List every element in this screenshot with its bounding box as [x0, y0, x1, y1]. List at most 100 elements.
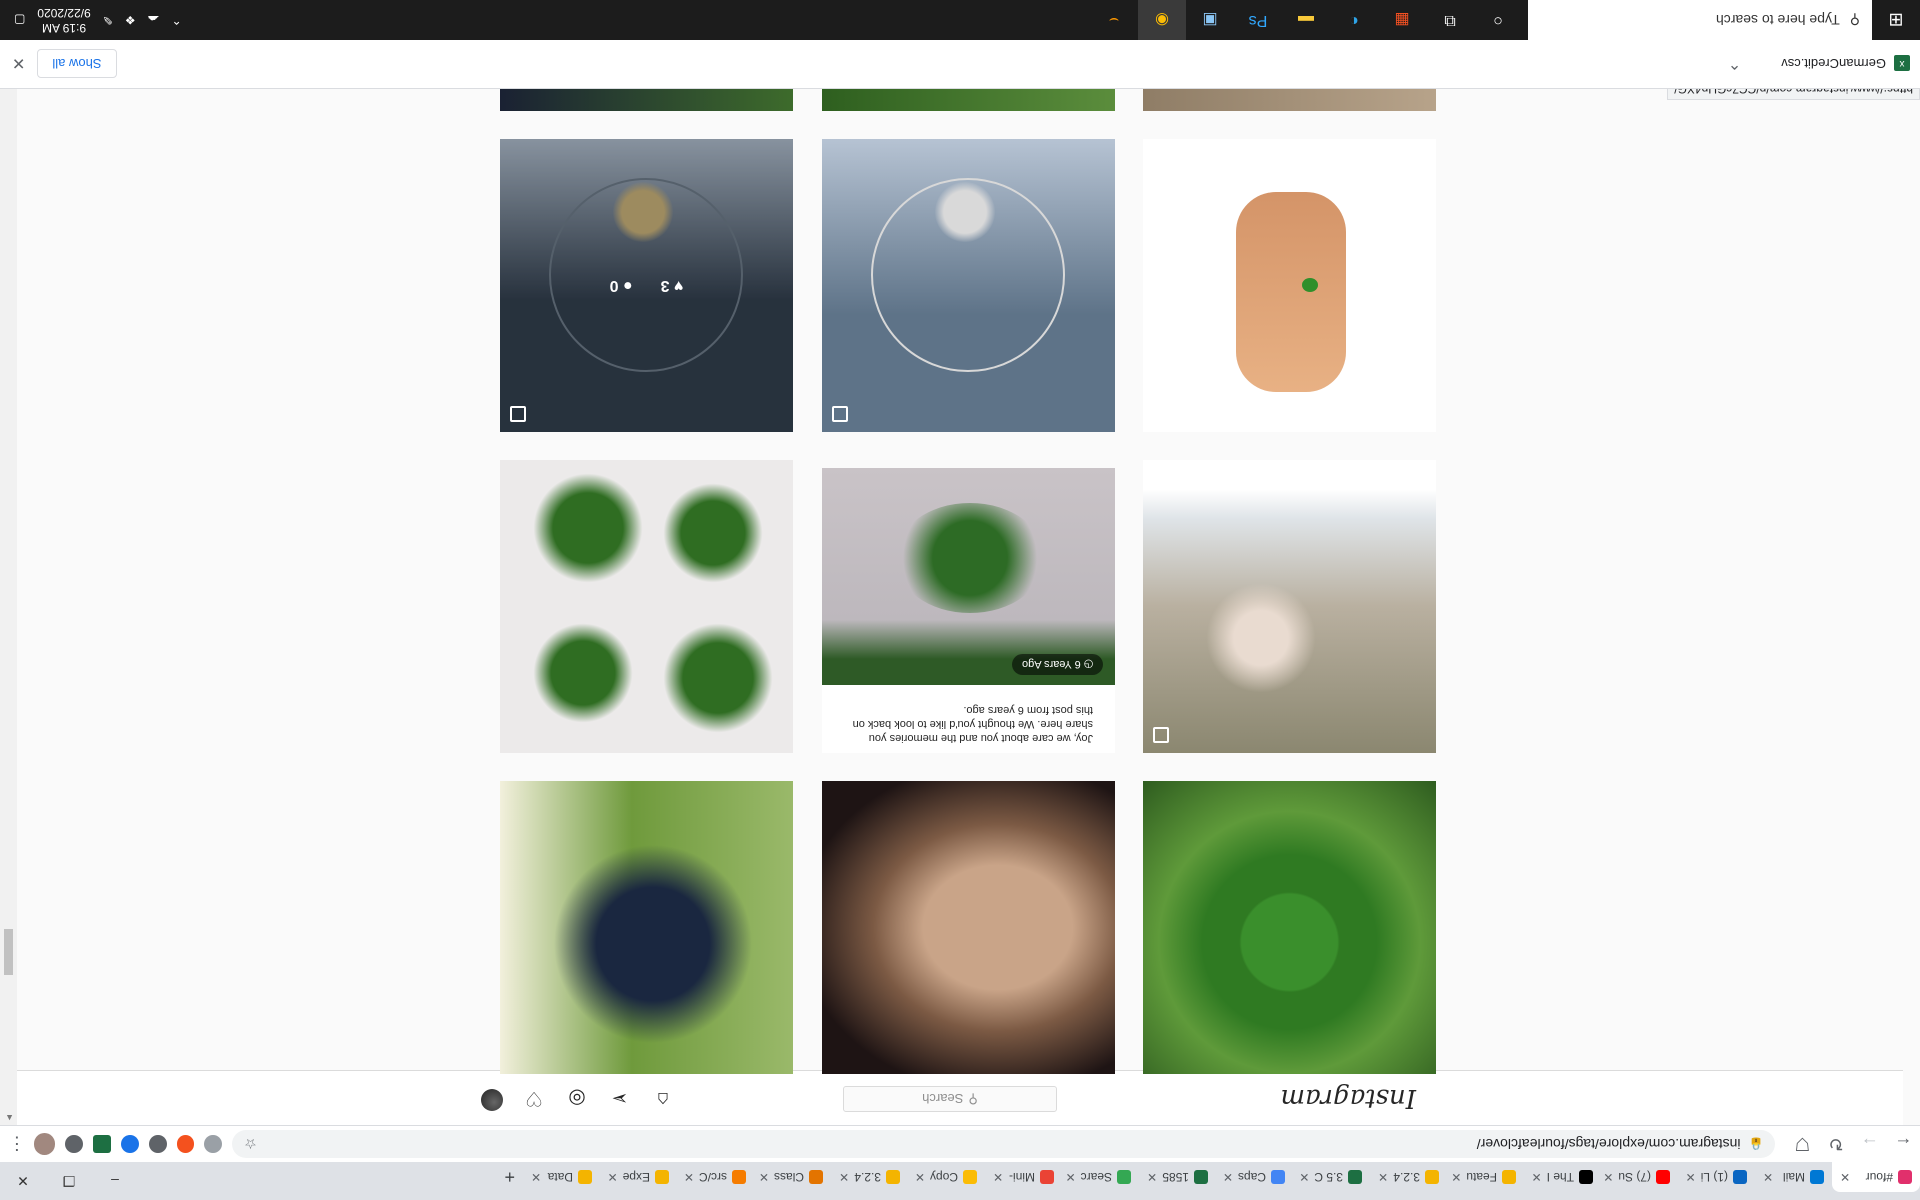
tab-close-icon[interactable]: ✕ — [1451, 1170, 1461, 1184]
lock-icon[interactable]: 🔒 — [1749, 1137, 1764, 1151]
chevron-down-icon[interactable]: ⌃ — [1728, 54, 1741, 74]
profile-avatar[interactable] — [481, 1089, 503, 1111]
onedrive-icon[interactable]: ☁ — [148, 13, 160, 27]
office-icon[interactable]: ▦ — [1378, 0, 1426, 40]
task-view-icon[interactable]: ⧉ — [1426, 0, 1474, 40]
tab-close-icon[interactable]: ✕ — [839, 1170, 849, 1184]
tab-close-icon[interactable]: ✕ — [1223, 1170, 1233, 1184]
extension-icon[interactable] — [93, 1135, 112, 1153]
scrollbar-thumb[interactable] — [4, 929, 13, 975]
back-icon[interactable]: ← — [1886, 1134, 1920, 1155]
minimize-icon[interactable]: – — [92, 1162, 138, 1200]
show-all-button[interactable]: Show all — [37, 49, 117, 78]
photoshop-icon[interactable]: Ps — [1234, 0, 1282, 40]
browser-tab[interactable]: #four ✕ — [1832, 1162, 1920, 1192]
post-tile[interactable] — [1143, 89, 1436, 111]
tab-close-icon[interactable]: ✕ — [1603, 1170, 1613, 1184]
tab-close-icon[interactable]: ✕ — [608, 1170, 618, 1184]
vertical-scrollbar[interactable]: ▲ ▼ — [0, 77, 17, 1125]
tab-close-icon[interactable]: ✕ — [915, 1170, 925, 1184]
menu-icon[interactable]: ⋮ — [0, 1134, 34, 1155]
instagram-logo[interactable]: Instagram — [1280, 1083, 1416, 1113]
browser-tab[interactable]: Data ✕ — [523, 1162, 600, 1192]
post-tile[interactable] — [822, 781, 1115, 1074]
post-tile[interactable] — [822, 139, 1115, 432]
tab-close-icon[interactable]: ✕ — [1840, 1170, 1850, 1184]
avatar[interactable] — [33, 1133, 56, 1155]
tab-close-icon[interactable]: ✕ — [1299, 1170, 1309, 1184]
post-tile[interactable] — [822, 89, 1115, 111]
activity-icon[interactable]: ♡ — [522, 1087, 546, 1111]
extension-icon[interactable] — [148, 1135, 167, 1153]
tab-close-icon[interactable]: ✕ — [1763, 1170, 1773, 1184]
browser-tab[interactable]: Copy ✕ — [908, 1162, 985, 1192]
browser-tab[interactable]: (7) Su ✕ — [1601, 1162, 1678, 1192]
dropbox-icon[interactable]: ❖ — [125, 13, 136, 27]
browser-tab[interactable]: The I ✕ — [1524, 1162, 1601, 1192]
tab-close-icon[interactable]: ✕ — [684, 1170, 694, 1184]
tab-close-icon[interactable]: ✕ — [1532, 1170, 1542, 1184]
post-tile[interactable] — [1143, 460, 1436, 753]
chevron-up-icon[interactable]: ⌃ — [172, 13, 182, 27]
pen-icon[interactable]: ✎ — [103, 13, 113, 27]
star-icon[interactable]: ☆ — [244, 1136, 257, 1153]
browser-tab[interactable]: Mini- ✕ — [985, 1162, 1062, 1192]
shield-icon[interactable]: ⛉ — [1786, 1134, 1820, 1155]
browser-tab[interactable]: 3.2.4 ✕ — [831, 1162, 908, 1192]
puzzle-icon[interactable] — [65, 1135, 84, 1153]
instagram-header: Instagram ⚲ Search ⌂ ➢ ◎ ♡ — [17, 1070, 1903, 1125]
explore-icon[interactable]: ◎ — [565, 1087, 589, 1111]
close-icon[interactable]: ✕ — [12, 54, 25, 74]
scroll-up-icon[interactable]: ▲ — [5, 1113, 14, 1123]
post-tile[interactable] — [500, 781, 793, 1074]
memory-post[interactable]: Joy, we care about you and the memories … — [822, 460, 1115, 753]
notifications-icon[interactable]: ▢ — [14, 13, 25, 27]
windows-start-icon[interactable]: ⊞ — [1872, 0, 1920, 40]
browser-tab[interactable]: Featu ✕ — [1447, 1162, 1524, 1192]
cortana-icon[interactable]: ○ — [1474, 0, 1522, 40]
post-tile[interactable] — [1143, 139, 1436, 432]
close-window-icon[interactable]: ✕ — [0, 1162, 46, 1200]
search-input[interactable]: ⚲ Search — [843, 1086, 1057, 1112]
file-explorer-icon[interactable]: ▬ — [1282, 0, 1330, 40]
post-tile[interactable] — [500, 89, 793, 111]
tab-close-icon[interactable]: ✕ — [993, 1170, 1003, 1184]
tab-close-icon[interactable]: ✕ — [1378, 1170, 1388, 1184]
browser-tab[interactable]: (1) Li ✕ — [1678, 1162, 1755, 1192]
browser-tab[interactable]: Class ✕ — [754, 1162, 831, 1192]
tab-label: 1585 — [1162, 1170, 1189, 1184]
chrome-icon[interactable]: ◉ — [1138, 0, 1186, 40]
tab-close-icon[interactable]: ✕ — [1686, 1170, 1696, 1184]
browser-tab[interactable]: 3.5 C ✕ — [1293, 1162, 1370, 1192]
tab-close-icon[interactable]: ✕ — [531, 1170, 541, 1184]
tab-close-icon[interactable]: ✕ — [1066, 1170, 1076, 1184]
browser-tab[interactable]: 1585 ✕ — [1139, 1162, 1216, 1192]
post-tile[interactable]: ♥ 3 ● 0 — [500, 139, 793, 432]
browser-tab[interactable]: Mail ✕ — [1755, 1162, 1832, 1192]
restore-icon[interactable]: ❐ — [46, 1162, 92, 1200]
extension-icon[interactable] — [176, 1135, 195, 1153]
extension-icon[interactable] — [204, 1135, 223, 1153]
photos-icon[interactable]: ▣ — [1186, 0, 1234, 40]
amazon-icon[interactable]: ⌣ — [1090, 0, 1138, 40]
reload-icon[interactable]: ↻ — [1819, 1134, 1853, 1155]
browser-tab[interactable]: Expe ✕ — [600, 1162, 677, 1192]
home-icon[interactable]: ⌂ — [651, 1087, 675, 1111]
browser-tab[interactable]: Caps ✕ — [1216, 1162, 1293, 1192]
tab-close-icon[interactable]: ✕ — [759, 1170, 769, 1184]
direct-icon[interactable]: ➢ — [608, 1087, 632, 1111]
post-tile[interactable] — [500, 460, 793, 753]
browser-tab[interactable]: 3.2.4 ✕ — [1370, 1162, 1447, 1192]
tab-close-icon[interactable]: ✕ — [1147, 1170, 1157, 1184]
extension-icon[interactable] — [121, 1135, 139, 1153]
browser-tab[interactable]: Searc ✕ — [1062, 1162, 1139, 1192]
new-tab-button[interactable]: + — [496, 1162, 523, 1192]
taskbar-search[interactable]: ⚲ Type here to search — [1528, 0, 1872, 40]
post-tile[interactable] — [1143, 781, 1436, 1074]
clock[interactable]: 9:19 AM 9/22/2020 — [37, 5, 90, 35]
browser-tab[interactable]: src/C ✕ — [677, 1162, 754, 1192]
url-input[interactable]: 🔒 instagram.com/explore/tags/fourleafclo… — [232, 1130, 1776, 1158]
forward-icon[interactable]: → — [1853, 1134, 1887, 1155]
edge-icon[interactable]: ◐ — [1330, 0, 1378, 40]
download-item[interactable]: x GermanCredit.csv — [1781, 55, 1910, 72]
